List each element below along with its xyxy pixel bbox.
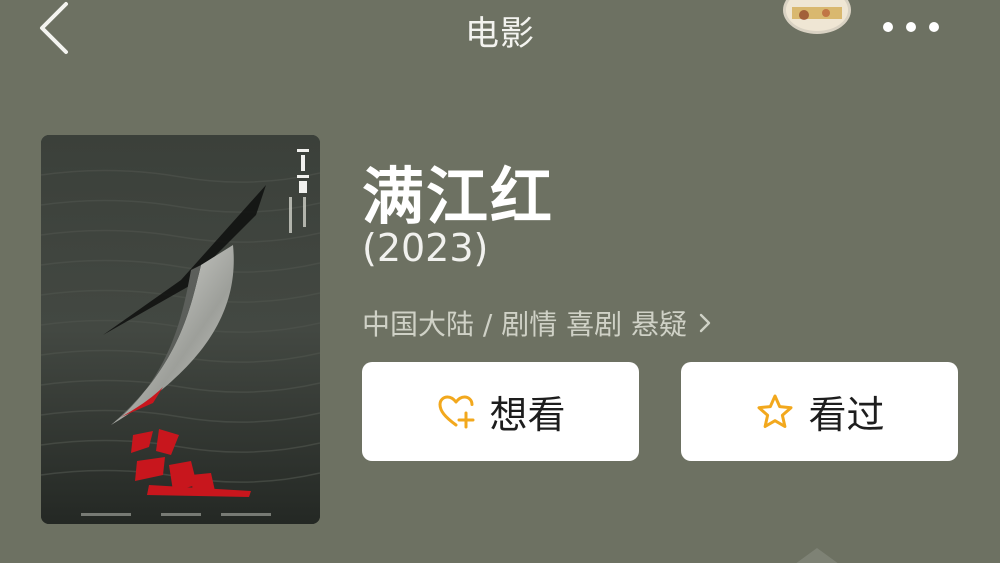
top-bar: 电影 [0,0,1000,60]
star-icon [757,394,793,428]
heart-plus-icon [438,395,475,428]
poster-artwork [41,135,320,524]
want-to-watch-label: 想看 [489,393,566,437]
movie-meta-link[interactable]: 中国大陆 / 剧情 喜剧 悬疑 [362,303,713,343]
movie-year: (2023) [362,226,489,270]
watched-button[interactable]: 看过 [681,362,958,461]
movie-title: 满江红 [362,160,555,233]
more-button[interactable] [880,10,942,44]
movie-meta-text: 中国大陆 / 剧情 喜剧 悬疑 [362,308,688,341]
watched-label: 看过 [808,393,885,437]
movie-poster[interactable] [41,135,320,524]
chevron-right-icon [699,313,711,333]
avatar-image [786,0,848,31]
bottom-sheet-notch [795,548,839,563]
more-horizontal-icon [883,22,939,32]
want-to-watch-button[interactable]: 想看 [362,362,639,461]
